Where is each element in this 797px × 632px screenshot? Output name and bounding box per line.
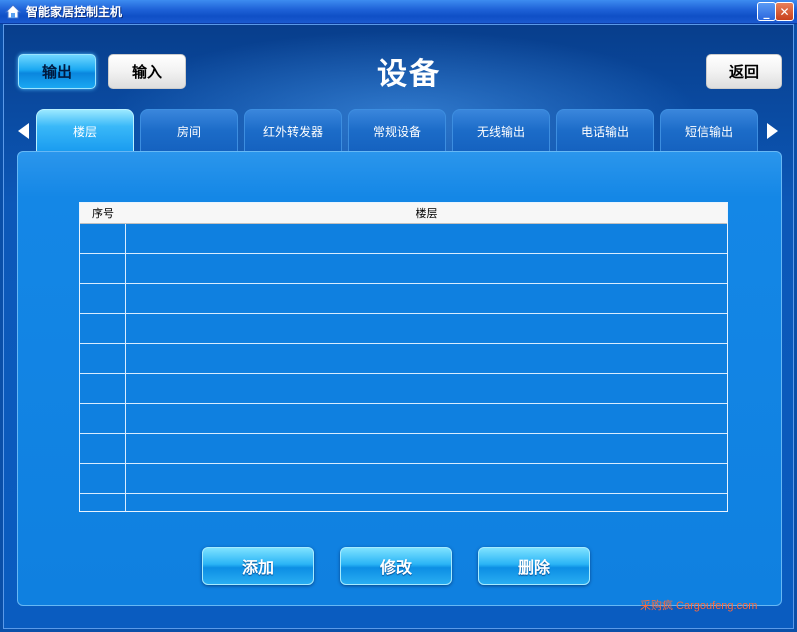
tab-phone-output[interactable]: 电话输出 bbox=[556, 109, 654, 151]
table-row[interactable] bbox=[80, 434, 727, 464]
table-row[interactable] bbox=[80, 254, 727, 284]
cell-floor bbox=[126, 254, 727, 283]
cell-index bbox=[80, 224, 126, 253]
tab-scroll-right-icon[interactable] bbox=[767, 123, 778, 139]
cell-index bbox=[80, 464, 126, 493]
close-button[interactable]: ✕ bbox=[775, 2, 794, 21]
tab-wireless-output[interactable]: 无线输出 bbox=[452, 109, 550, 151]
table-row[interactable] bbox=[80, 344, 727, 374]
table-header: 序号 楼层 bbox=[80, 203, 727, 224]
tab-ir-repeater[interactable]: 红外转发器 bbox=[244, 109, 342, 151]
edit-button[interactable]: 修改 bbox=[340, 547, 452, 585]
cell-floor bbox=[126, 344, 727, 373]
home-icon bbox=[4, 3, 22, 20]
tab-scroll-left-icon[interactable] bbox=[18, 123, 29, 139]
minimize-icon: _ bbox=[763, 4, 770, 19]
cell-index bbox=[80, 344, 126, 373]
column-header-index[interactable]: 序号 bbox=[80, 203, 126, 223]
table-body bbox=[80, 224, 727, 511]
floor-table[interactable]: 序号 楼层 bbox=[79, 202, 728, 512]
delete-button[interactable]: 删除 bbox=[478, 547, 590, 585]
cell-index bbox=[80, 374, 126, 403]
table-row[interactable] bbox=[80, 464, 727, 494]
window-titlebar[interactable]: 智能家居控制主机 _ ✕ bbox=[0, 0, 797, 24]
cell-floor bbox=[126, 404, 727, 433]
watermark: 采购疯 Cargoufeng.com bbox=[640, 600, 758, 612]
tab-floor[interactable]: 楼层 bbox=[36, 109, 134, 151]
cell-floor bbox=[126, 434, 727, 463]
window-title: 智能家居控制主机 bbox=[26, 5, 123, 19]
table-row[interactable] bbox=[80, 494, 727, 511]
main-client-area: 输出 输入 设备 返回 楼层 房间 红外转发器 常规设备 无线输出 电话输出 短… bbox=[3, 24, 794, 629]
close-icon: ✕ bbox=[779, 4, 790, 19]
cell-floor bbox=[126, 284, 727, 313]
content-panel: 序号 楼层 添加 修改 删除 bbox=[17, 151, 782, 606]
tab-room[interactable]: 房间 bbox=[140, 109, 238, 151]
table-row[interactable] bbox=[80, 314, 727, 344]
table-row[interactable] bbox=[80, 284, 727, 314]
tab-regular-device[interactable]: 常规设备 bbox=[348, 109, 446, 151]
cell-index bbox=[80, 314, 126, 343]
cell-index bbox=[80, 284, 126, 313]
input-button[interactable]: 输入 bbox=[108, 54, 186, 89]
minimize-button[interactable]: _ bbox=[757, 2, 776, 21]
cell-floor bbox=[126, 224, 727, 253]
page-title: 设备 bbox=[377, 57, 441, 92]
add-button[interactable]: 添加 bbox=[202, 547, 314, 585]
cell-index bbox=[80, 404, 126, 433]
column-header-floor[interactable]: 楼层 bbox=[126, 203, 727, 223]
back-button[interactable]: 返回 bbox=[706, 54, 782, 89]
cell-index bbox=[80, 494, 126, 511]
table-row[interactable] bbox=[80, 224, 727, 254]
table-row[interactable] bbox=[80, 374, 727, 404]
cell-floor bbox=[126, 464, 727, 493]
cell-index bbox=[80, 434, 126, 463]
table-row[interactable] bbox=[80, 404, 727, 434]
cell-floor bbox=[126, 374, 727, 403]
cell-floor bbox=[126, 494, 727, 511]
cell-floor bbox=[126, 314, 727, 343]
tab-sms-output[interactable]: 短信输出 bbox=[660, 109, 758, 151]
cell-index bbox=[80, 254, 126, 283]
output-button[interactable]: 输出 bbox=[18, 54, 96, 89]
